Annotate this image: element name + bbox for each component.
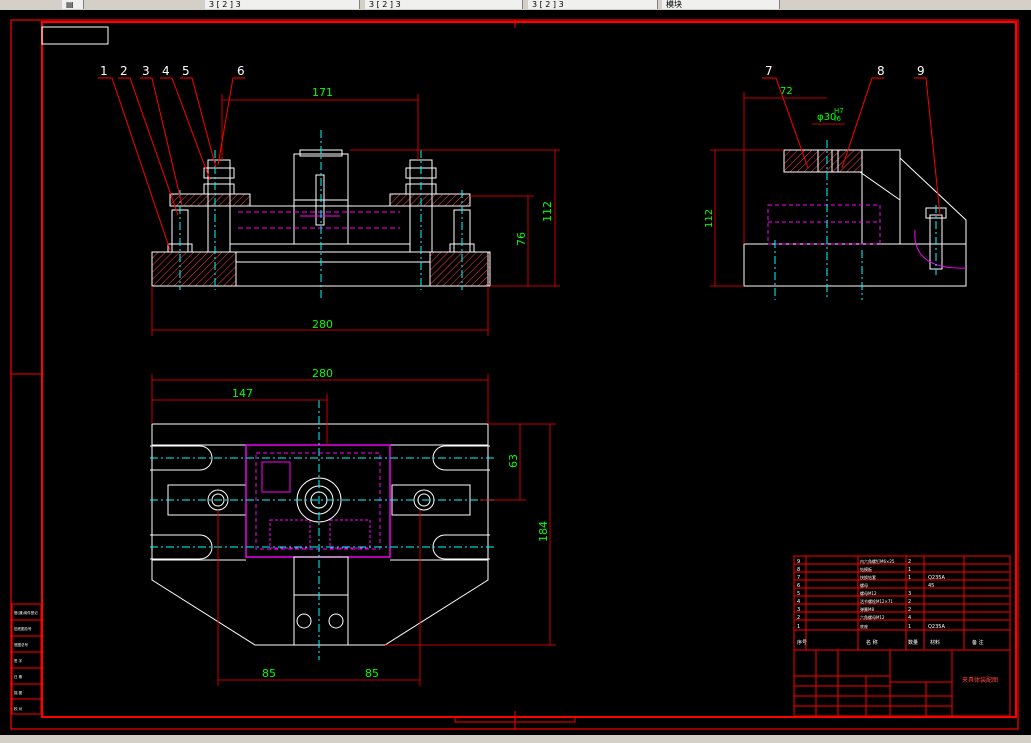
balloon-9: 9 [917,64,925,78]
dim-184: 184 [537,521,550,542]
dim-fit-tol-top: H7 [834,107,844,115]
bom-qty: 1 [908,575,911,581]
bom-qty: 4 [908,615,911,621]
balloon-4: 4 [162,64,170,78]
bom-name: 弹簧M8 [860,606,874,612]
bom-no: 1 [797,624,800,630]
dim-171: 171 [312,86,333,99]
dim-85-left: 85 [262,667,276,680]
bom-material: Q235A [928,575,945,581]
bom-name: 活节螺栓M12×71 [860,598,893,604]
tab-4[interactable]: 3 [ 2 ] 3 [528,0,658,9]
dim-85-right: 85 [365,667,379,680]
left-stamp-labels: 借(通)用件登记 旧底图总号 底图总号 签 字 日 期 描 图 校 对 [14,610,38,711]
bom-name: 快换钻套 [860,574,876,580]
tab-3[interactable]: 3 [ 2 ] 3 [365,0,523,9]
bom-header: 序号 [797,639,807,646]
bom-name: 底座 [860,623,868,629]
balloon-numbers-side: 7 8 9 [765,64,925,78]
bom-name: 螺母 [860,582,868,588]
stamp-label: 底图总号 [14,642,28,647]
bom-qty: 2 [908,559,911,565]
balloon-3: 3 [142,64,150,78]
bom-header: 材料 [930,639,940,646]
top-view [150,400,495,660]
bom-no: 9 [797,559,800,565]
bom-header: 数量 [908,639,918,646]
tab-2[interactable]: 3 [ 2 ] 3 [205,0,360,9]
stamp-label: 日 期 [14,674,23,679]
bom-name: 内六角螺钉M6×25 [860,558,895,564]
sheet-outer-border [10,19,1019,730]
dim-280-top: 280 [312,367,333,380]
document-icon: ▤ [66,0,74,9]
balloon-8: 8 [877,64,885,78]
bom-no: 2 [797,615,800,621]
balloon-7: 7 [765,64,773,78]
bom-table-text: 9 内六角螺钉M6×25 2 8 钻模板 1 7 快换钻套 1 Q235A 6 … [797,558,998,684]
bom-no: 6 [797,583,800,589]
dim-63: 63 [507,454,520,468]
dim-76: 76 [515,232,528,246]
bom-qty: 1 [908,624,911,630]
balloon-1: 1 [100,64,108,78]
tab-document[interactable]: ▤ [62,0,84,9]
bom-qty: 2 [908,599,911,605]
bom-header: 名 称 [866,639,878,646]
bom-name: 钻模板 [860,566,872,572]
bom-qty: 3 [908,591,911,597]
document-tab-strip: ▤ 3 [ 2 ] 3 3 [ 2 ] 3 3 [ 2 ] 3 模块 [0,0,1031,10]
stamp-label: 校 对 [14,706,23,711]
balloon-numbers-front: 1 2 3 4 5 6 [100,64,245,78]
bom-no: 4 [797,599,800,605]
side-view [743,140,967,300]
bom-material: 45 [928,583,934,589]
dim-112-side: 112 [704,209,715,228]
stamp-label: 描 图 [14,690,23,695]
balloon-2: 2 [120,64,128,78]
bom-no: 8 [797,567,800,573]
sheet-inner-frame [41,21,1017,718]
top-dimension-lines [151,374,556,686]
centering-marks [11,20,1018,729]
bom-name: 六角螺母M12 [860,614,885,620]
stamp-label: 签 字 [14,658,23,663]
dim-112-front: 112 [541,201,554,222]
stamp-label: 旧底图总号 [14,626,32,631]
bom-material: Q235A [928,624,945,630]
dim-147: 147 [232,387,253,400]
bom-qty: 2 [908,607,911,613]
bom-header: 备 注 [972,639,984,646]
drawing-number-box [41,26,109,45]
dim-72: 72 [780,86,793,97]
bom-no: 7 [797,575,800,581]
bom-no: 3 [797,607,800,613]
dim-fit-tol-bottom: f6 [834,115,841,123]
cad-drawing-canvas[interactable]: 借(通)用件登记 旧底图总号 底图总号 签 字 日 期 描 图 校 对 1 2 … [0,10,1031,735]
balloon-5: 5 [182,64,190,78]
front-view [151,130,491,300]
top-dimension-texts: 280 147 63 184 85 85 [232,367,550,680]
side-leaders [762,77,941,216]
stamp-label: 借(通)用件登记 [14,610,38,615]
balloon-6: 6 [237,64,245,78]
dim-280-front: 280 [312,318,333,331]
bom-qty: 1 [908,567,911,573]
tab-5[interactable]: 模块 [662,0,780,9]
bom-table-grid [793,555,1011,717]
bom-name: 螺母M12 [860,590,877,596]
front-dimension-lines [151,94,560,336]
drawing-title: 夹具体装配图 [962,676,998,684]
bom-no: 5 [797,591,800,597]
status-strip [0,735,1031,743]
